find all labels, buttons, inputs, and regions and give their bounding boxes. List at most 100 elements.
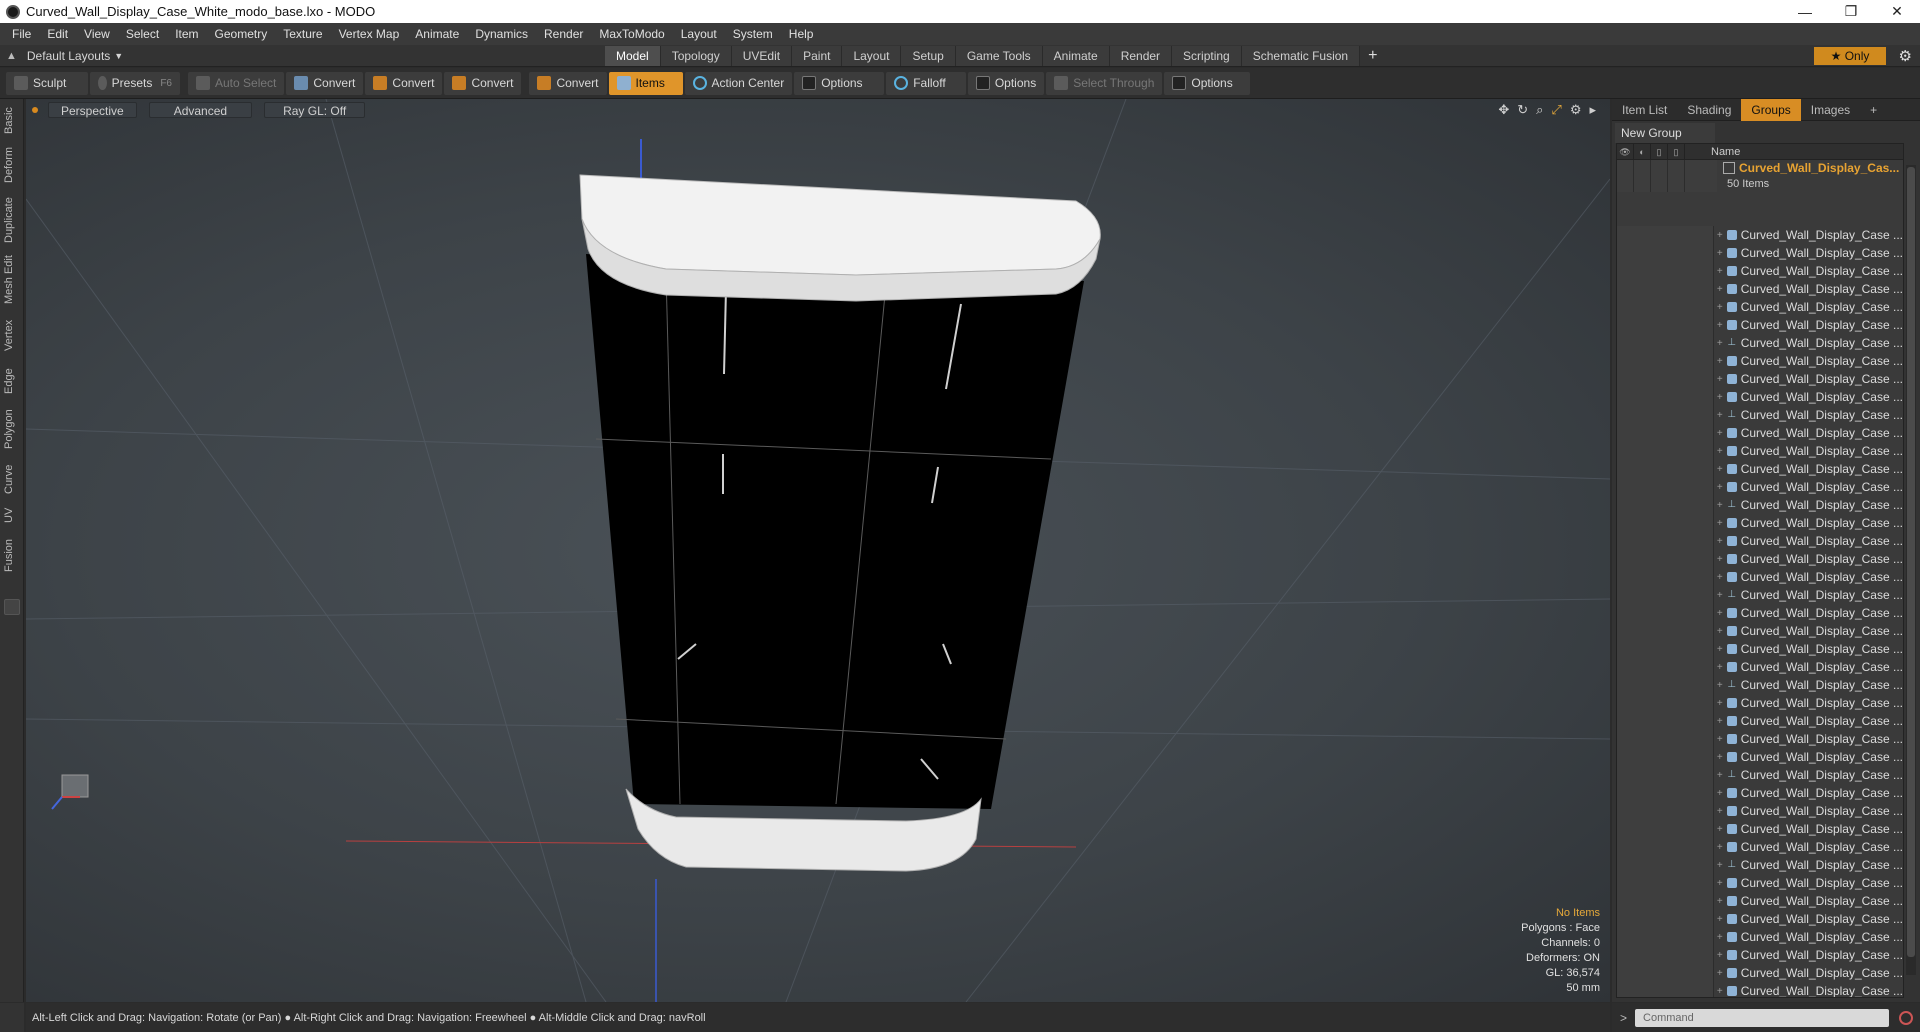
item-name[interactable]: Curved_Wall_Display_Case ... <box>1741 354 1903 368</box>
expand-icon[interactable]: + <box>1714 734 1725 745</box>
presets-button[interactable]: Presets F6 <box>90 71 180 95</box>
sculpt-button[interactable]: Sculpt <box>6 71 88 95</box>
add-panel-tab-button[interactable]: + <box>1860 99 1887 121</box>
item-name[interactable]: Curved_Wall_Display_Case ... <box>1741 624 1903 638</box>
menu-view[interactable]: View <box>76 27 118 41</box>
group-item-row[interactable]: + Curved_Wall_Display_Case ... <box>1617 910 1903 928</box>
expand-icon[interactable]: + <box>1714 518 1725 529</box>
item-name[interactable]: Curved_Wall_Display_Case ... <box>1741 426 1903 440</box>
expand-icon[interactable]: + <box>1714 302 1725 313</box>
menu-vertex-map[interactable]: Vertex Map <box>331 27 408 41</box>
item-name[interactable]: Curved_Wall_Display_Case ... <box>1741 282 1903 296</box>
group-item-row[interactable]: + Curved_Wall_Display_Case ... <box>1617 460 1903 478</box>
render-column-icon[interactable]: ◐ <box>1634 144 1651 160</box>
layout-selector[interactable]: ▲ Default Layouts ▼ <box>0 49 600 63</box>
convert-edge-button[interactable]: Convert <box>365 71 443 95</box>
expand-icon[interactable]: + <box>1714 392 1725 403</box>
expand-icon[interactable]: + <box>1714 914 1725 925</box>
group-item-row[interactable]: + Curved_Wall_Display_Case ... <box>1617 604 1903 622</box>
item-name[interactable]: Curved_Wall_Display_Case ... <box>1741 876 1903 890</box>
shading-mode-button[interactable]: Advanced <box>148 102 253 118</box>
item-name[interactable]: Curved_Wall_Display_Case ... <box>1741 732 1903 746</box>
tab-topology[interactable]: Topology <box>660 46 732 66</box>
item-name[interactable]: Curved_Wall_Display_Case ... <box>1741 228 1903 242</box>
group-item-row[interactable]: + Curved_Wall_Display_Case ... <box>1617 748 1903 766</box>
group-item-row[interactable]: + Curved_Wall_Display_Case ... <box>1617 352 1903 370</box>
group-item-row[interactable]: + ⊥ Curved_Wall_Display_Case ... <box>1617 406 1903 424</box>
groups-scrollbar[interactable] <box>1906 165 1916 975</box>
group-item-row[interactable]: + ⊥ Curved_Wall_Display_Case ... <box>1617 586 1903 604</box>
expand-icon[interactable]: + <box>1714 932 1725 943</box>
item-name[interactable]: Curved_Wall_Display_Case ... <box>1741 318 1903 332</box>
group-item-row[interactable]: + Curved_Wall_Display_Case ... <box>1617 892 1903 910</box>
item-name[interactable]: Curved_Wall_Display_Case ... <box>1741 606 1903 620</box>
item-name[interactable]: Curved_Wall_Display_Case ... <box>1741 570 1903 584</box>
group-item-row[interactable]: + Curved_Wall_Display_Case ... <box>1617 550 1903 568</box>
item-name[interactable]: Curved_Wall_Display_Case ... <box>1741 696 1903 710</box>
vtab-mesh-edit[interactable]: Mesh Edit <box>3 255 21 305</box>
expand-icon[interactable]: + <box>1714 752 1725 763</box>
scene-canvas[interactable] <box>26 99 1610 1002</box>
vtab-fusion[interactable]: Fusion <box>3 535 21 575</box>
item-name[interactable]: Curved_Wall_Display_Case ... <box>1741 840 1903 854</box>
item-name[interactable]: Curved_Wall_Display_Case ... <box>1741 768 1903 782</box>
expand-icon[interactable]: + <box>1714 788 1725 799</box>
record-macro-icon[interactable] <box>1899 1010 1914 1025</box>
gear-icon[interactable]: ⚙ <box>1899 47 1912 65</box>
convert-vertex-button[interactable]: Convert <box>286 71 364 95</box>
expand-icon[interactable]: + <box>1714 716 1725 727</box>
menu-animate[interactable]: Animate <box>407 27 467 41</box>
expand-icon[interactable]: + <box>1714 356 1725 367</box>
item-name[interactable]: Curved_Wall_Display_Case ... <box>1741 300 1903 314</box>
group-item-row[interactable]: + Curved_Wall_Display_Case ... <box>1617 298 1903 316</box>
tab-setup[interactable]: Setup <box>901 46 956 66</box>
viewport-menu-dot[interactable] <box>32 107 38 113</box>
expand-icon[interactable]: + <box>1714 626 1725 637</box>
group-item-row[interactable]: + Curved_Wall_Display_Case ... <box>1617 964 1903 982</box>
group-item-row[interactable]: + Curved_Wall_Display_Case ... <box>1617 946 1903 964</box>
rotate-icon[interactable]: ↻ <box>1517 102 1528 118</box>
menu-geometry[interactable]: Geometry <box>207 27 276 41</box>
item-name[interactable]: Curved_Wall_Display_Case ... <box>1741 408 1903 422</box>
group-item-row[interactable]: + Curved_Wall_Display_Case ... <box>1617 370 1903 388</box>
item-name[interactable]: Curved_Wall_Display_Case ... <box>1741 444 1903 458</box>
expand-icon[interactable]: + <box>1714 842 1725 853</box>
expand-icon[interactable]: + <box>1714 482 1725 493</box>
tab-groups[interactable]: Groups <box>1741 98 1801 121</box>
tab-item-list[interactable]: Item List <box>1612 99 1677 121</box>
item-name[interactable]: Curved_Wall_Display_Case ... <box>1741 642 1903 656</box>
tab-animate[interactable]: Animate <box>1042 46 1110 66</box>
vtab-uv[interactable]: UV <box>3 503 21 527</box>
action-center-options-button[interactable]: Options <box>794 71 885 95</box>
tab-render[interactable]: Render <box>1109 46 1173 66</box>
group-item-row[interactable]: + Curved_Wall_Display_Case ... <box>1617 442 1903 460</box>
group-item-row[interactable]: + Curved_Wall_Display_Case ... <box>1617 874 1903 892</box>
group-item-row[interactable]: + Curved_Wall_Display_Case ... <box>1617 532 1903 550</box>
expand-icon[interactable]: + <box>1714 590 1725 601</box>
falloff-button[interactable]: Falloff <box>886 71 967 95</box>
group-item-row[interactable]: + Curved_Wall_Display_Case ... <box>1617 514 1903 532</box>
viewport-settings-icon[interactable]: ⚙ <box>1570 102 1582 118</box>
expand-icon[interactable]: + <box>1714 680 1725 691</box>
group-item-row[interactable]: + Curved_Wall_Display_Case ... <box>1617 658 1903 676</box>
vtab-vertex[interactable]: Vertex <box>3 315 21 355</box>
item-name[interactable]: Curved_Wall_Display_Case ... <box>1741 372 1903 386</box>
tab-shading[interactable]: Shading <box>1677 99 1741 121</box>
menu-maxtomodo[interactable]: MaxToModo <box>591 27 672 41</box>
expand-icon[interactable]: + <box>1714 536 1725 547</box>
command-input[interactable]: Command <box>1635 1008 1890 1027</box>
group-item-row[interactable]: + Curved_Wall_Display_Case ... <box>1617 820 1903 838</box>
group-name[interactable]: Curved_Wall_Display_Cas... <box>1739 161 1899 175</box>
item-name[interactable]: Curved_Wall_Display_Case ... <box>1741 534 1903 548</box>
menu-item[interactable]: Item <box>167 27 206 41</box>
group-item-row[interactable]: + Curved_Wall_Display_Case ... <box>1617 694 1903 712</box>
pan-icon[interactable]: ✥ <box>1498 102 1509 118</box>
group-item-row[interactable]: + ⊥ Curved_Wall_Display_Case ... <box>1617 496 1903 514</box>
item-name[interactable]: Curved_Wall_Display_Case ... <box>1741 588 1903 602</box>
group-item-row[interactable]: + Curved_Wall_Display_Case ... <box>1617 568 1903 586</box>
item-name[interactable]: Curved_Wall_Display_Case ... <box>1741 750 1903 764</box>
group-item-row[interactable]: + Curved_Wall_Display_Case ... <box>1617 316 1903 334</box>
expand-icon[interactable]: + <box>1714 572 1725 583</box>
group-row[interactable]: Curved_Wall_Display_Cas... <box>1617 160 1903 176</box>
name-column-header[interactable]: Name <box>1701 146 1740 158</box>
